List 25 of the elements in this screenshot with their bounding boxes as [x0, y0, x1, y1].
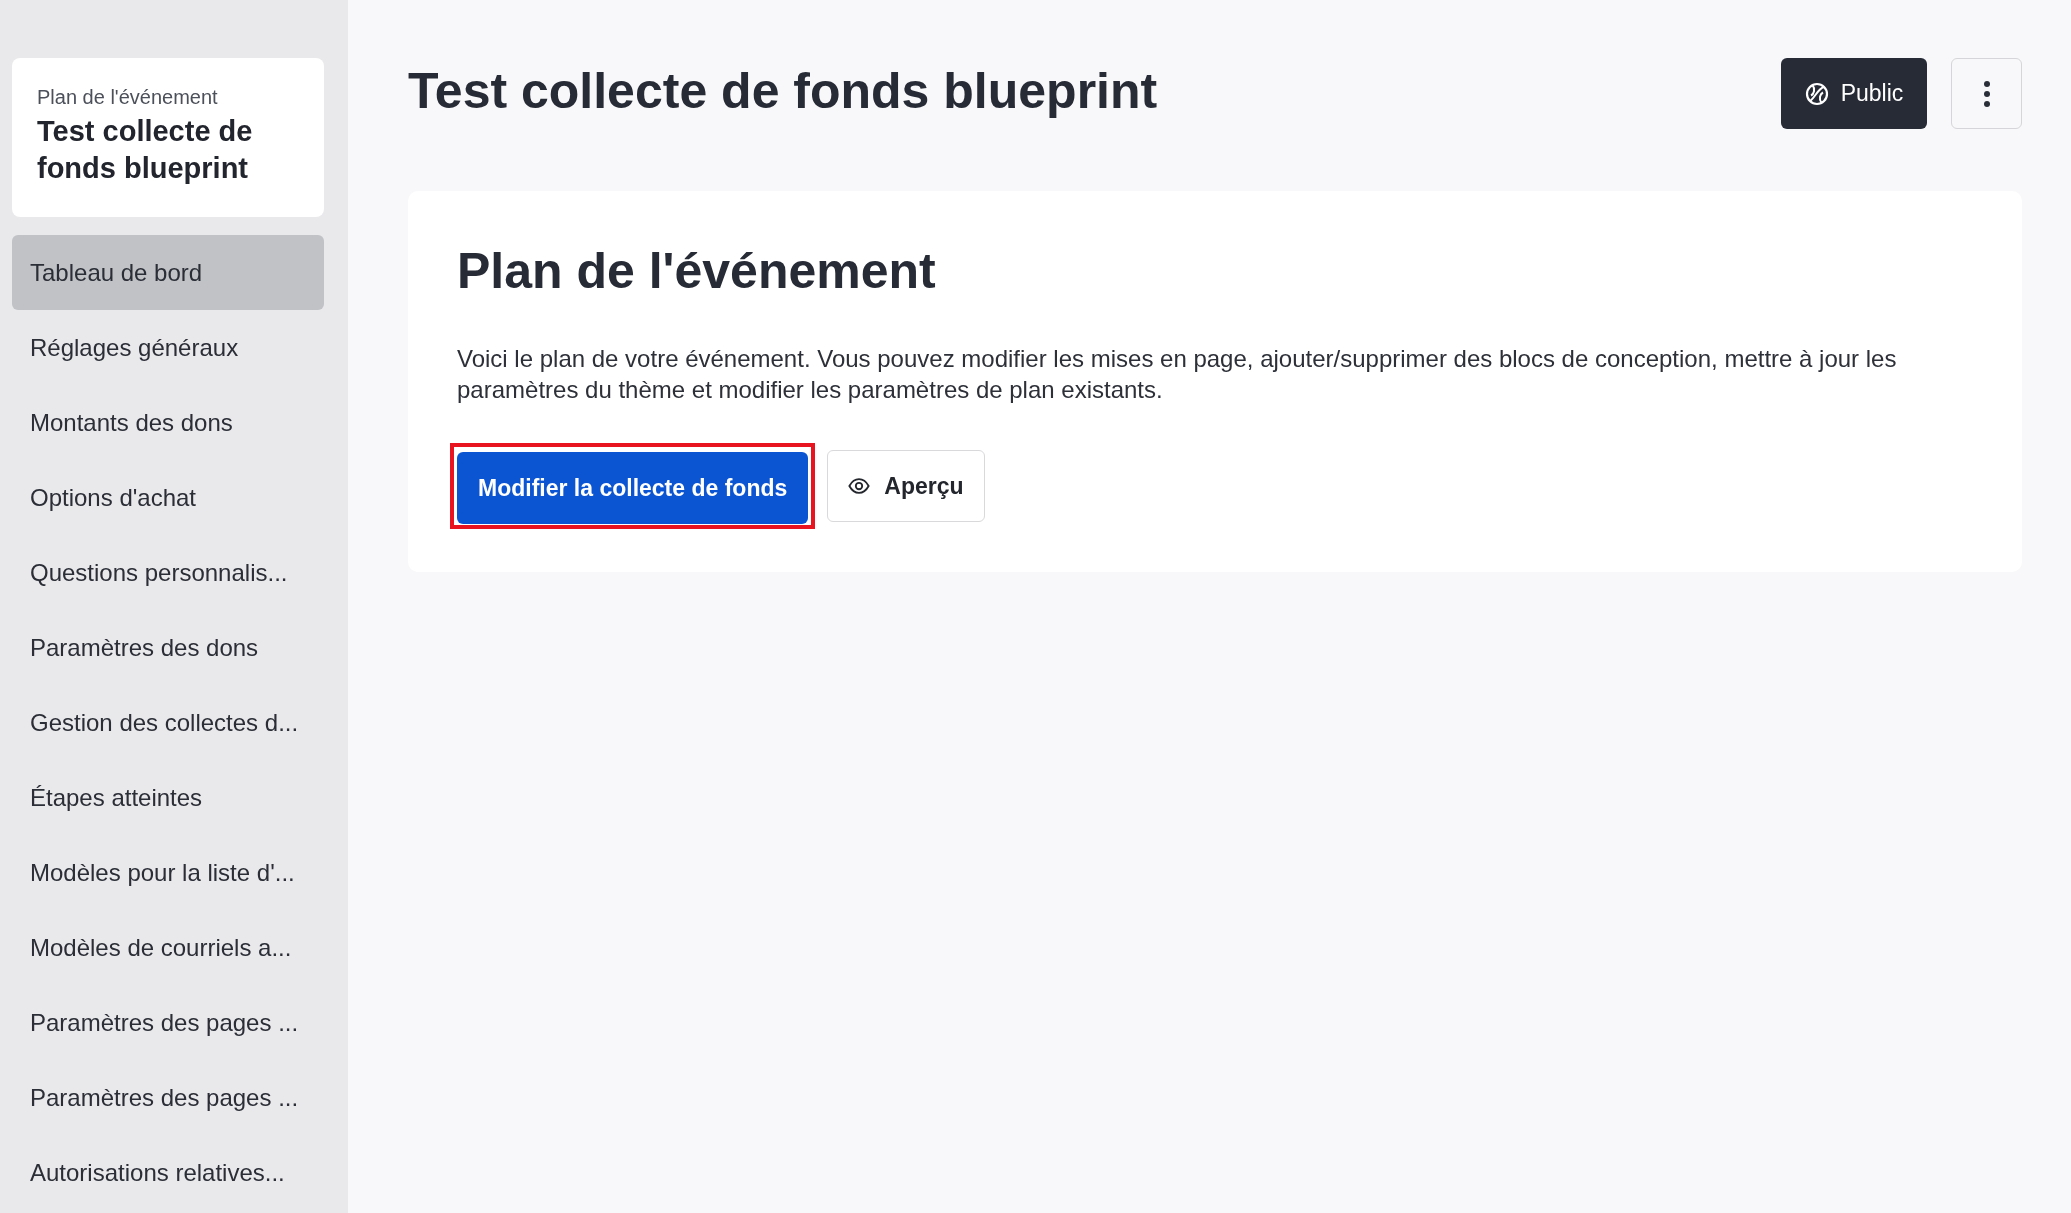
sidebar-item[interactable]: Questions personnalis...: [12, 535, 324, 610]
sidebar-item[interactable]: Paramètres des pages ...: [12, 985, 324, 1060]
preview-button[interactable]: Aperçu: [827, 450, 985, 522]
sidebar-item[interactable]: Réglages généraux: [12, 310, 324, 385]
eye-icon: [848, 475, 871, 497]
edit-fundraiser-button[interactable]: Modifier la collecte de fonds: [457, 452, 809, 524]
sidebar-item[interactable]: Options d'achat: [12, 460, 324, 535]
sidebar-item[interactable]: Gestion des collectes d...: [12, 685, 324, 760]
sidebar-item[interactable]: Paramètres des pages ...: [12, 1060, 324, 1135]
sidebar-item[interactable]: Modèles pour la liste d'...: [12, 835, 324, 910]
public-button[interactable]: Public: [1781, 58, 1927, 129]
sidebar-item[interactable]: Étapes atteintes: [12, 760, 324, 835]
sidebar-item[interactable]: Paramètres des dons: [12, 610, 324, 685]
sidebar-item[interactable]: Tableau de bord: [12, 235, 324, 310]
more-options-button[interactable]: [1951, 58, 2022, 129]
sidebar-item[interactable]: Modèles de courriels a...: [12, 910, 324, 985]
event-card-title: Test collecte de fonds blueprint: [37, 114, 254, 186]
more-vertical-icon: [1983, 80, 1990, 107]
globe-icon: [1804, 81, 1829, 106]
card-heading: Plan de l'événement: [457, 242, 937, 301]
sidebar-item[interactable]: Autorisations relatives...: [12, 1135, 324, 1210]
card-description: Voici le plan de votre événement. Vous pouvez modifier les mises en page, ajouter/supprimer des blocs de conception, mettre à jour les paramètres du thème et modifier les paramètres de plan existants.: [457, 344, 1898, 405]
sidebar-item[interactable]: Montants des dons: [12, 385, 324, 460]
page-title: Test collecte de fonds blueprint: [408, 61, 1158, 120]
event-card-subtitle: Plan de l'événement: [37, 85, 219, 109]
